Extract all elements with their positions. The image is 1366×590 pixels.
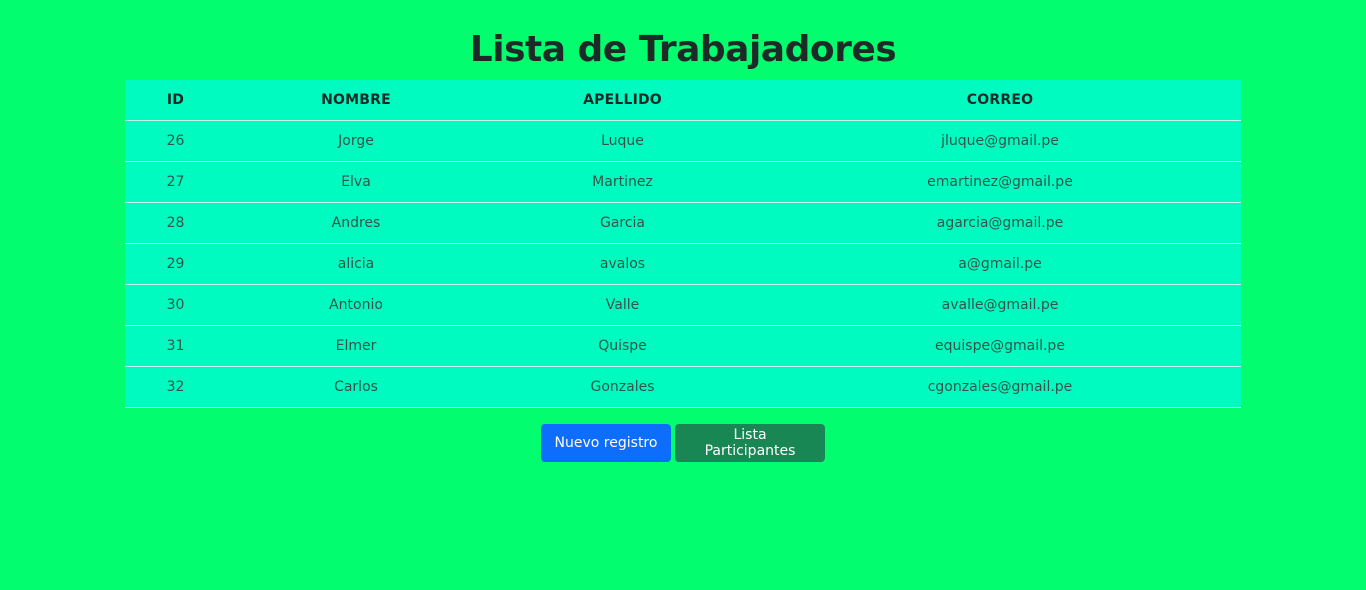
table-row: 30 Antonio Valle avalle@gmail.pe xyxy=(125,284,1241,326)
table-row: 28 Andres Garcia agarcia@gmail.pe xyxy=(125,202,1241,244)
cell-id: 29 xyxy=(125,243,226,285)
cell-nombre: Carlos xyxy=(226,366,486,408)
table-header-row: ID NOMBRE APELLIDO CORREO xyxy=(125,80,1241,121)
cell-correo: equispe@gmail.pe xyxy=(759,325,1241,367)
column-header-apellido: APELLIDO xyxy=(486,80,759,121)
cell-nombre: Jorge xyxy=(226,120,486,162)
cell-apellido: Valle xyxy=(486,284,759,326)
cell-nombre: Elva xyxy=(226,161,486,203)
table-body: 26 Jorge Luque jluque@gmail.pe 27 Elva M… xyxy=(125,120,1241,408)
cell-apellido: Luque xyxy=(486,120,759,162)
table-row: 27 Elva Martinez emartinez@gmail.pe xyxy=(125,161,1241,203)
participants-list-button[interactable]: Lista Participantes xyxy=(675,424,825,462)
workers-table: ID NOMBRE APELLIDO CORREO 26 Jorge Luque… xyxy=(125,80,1241,408)
cell-nombre: Andres xyxy=(226,202,486,244)
page-title: Lista de Trabajadores xyxy=(469,29,897,70)
column-header-correo: CORREO xyxy=(759,80,1241,121)
cell-id: 26 xyxy=(125,120,226,162)
table-row: 32 Carlos Gonzales cgonzales@gmail.pe xyxy=(125,366,1241,408)
column-header-id: ID xyxy=(125,80,226,121)
cell-id: 30 xyxy=(125,284,226,326)
new-record-button[interactable]: Nuevo registro xyxy=(541,424,671,462)
workers-table-container: ID NOMBRE APELLIDO CORREO 26 Jorge Luque… xyxy=(125,80,1241,408)
table-row: 26 Jorge Luque jluque@gmail.pe xyxy=(125,120,1241,162)
table-header: ID NOMBRE APELLIDO CORREO xyxy=(125,80,1241,121)
cell-apellido: Martinez xyxy=(486,161,759,203)
cell-correo: cgonzales@gmail.pe xyxy=(759,366,1241,408)
cell-apellido: Quispe xyxy=(486,325,759,367)
cell-correo: emartinez@gmail.pe xyxy=(759,161,1241,203)
cell-apellido: Gonzales xyxy=(486,366,759,408)
cell-nombre: alicia xyxy=(226,243,486,285)
cell-correo: agarcia@gmail.pe xyxy=(759,202,1241,244)
cell-apellido: Garcia xyxy=(486,202,759,244)
cell-id: 31 xyxy=(125,325,226,367)
cell-correo: a@gmail.pe xyxy=(759,243,1241,285)
cell-apellido: avalos xyxy=(486,243,759,285)
cell-id: 27 xyxy=(125,161,226,203)
table-row: 29 alicia avalos a@gmail.pe xyxy=(125,243,1241,285)
cell-id: 28 xyxy=(125,202,226,244)
table-row: 31 Elmer Quispe equispe@gmail.pe xyxy=(125,325,1241,367)
action-buttons: Nuevo registro Lista Participantes xyxy=(0,424,1366,462)
cell-nombre: Elmer xyxy=(226,325,486,367)
cell-id: 32 xyxy=(125,366,226,408)
cell-nombre: Antonio xyxy=(226,284,486,326)
cell-correo: jluque@gmail.pe xyxy=(759,120,1241,162)
cell-correo: avalle@gmail.pe xyxy=(759,284,1241,326)
column-header-nombre: NOMBRE xyxy=(226,80,486,121)
